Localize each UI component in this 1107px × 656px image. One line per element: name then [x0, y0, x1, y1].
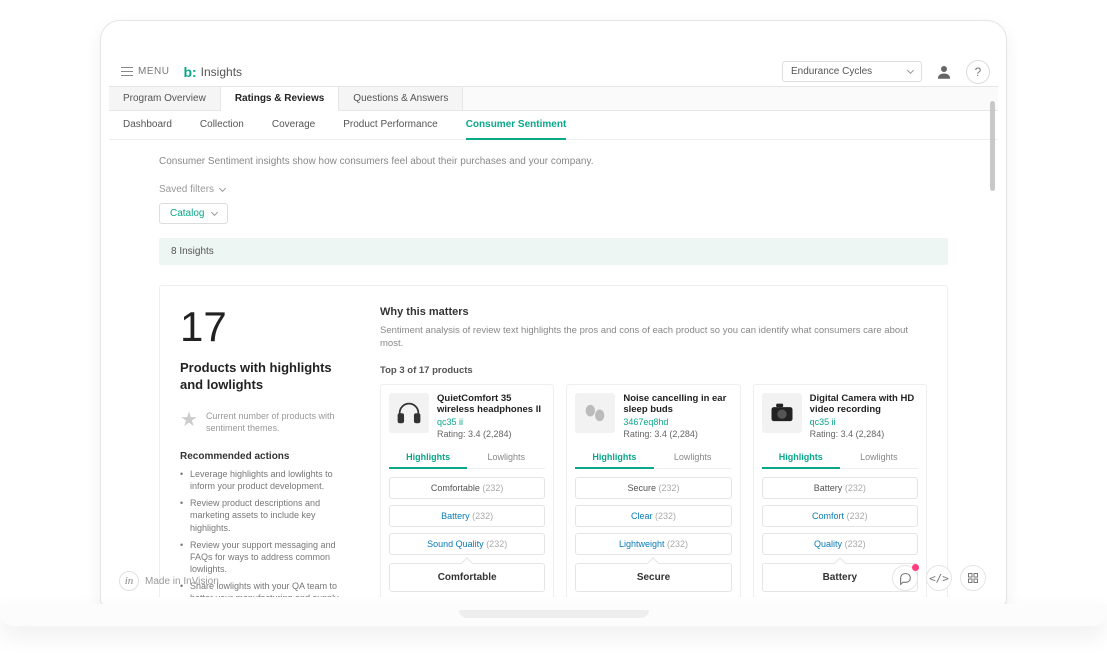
sentiment-tag[interactable]: Comfort (232): [762, 505, 918, 527]
earbuds-icon: [575, 393, 615, 433]
comment-icon: [899, 572, 912, 585]
chevron-down-icon: [907, 67, 914, 74]
grid-icon: [967, 572, 979, 584]
filter-catalog[interactable]: Catalog: [159, 203, 228, 224]
user-avatar[interactable]: [932, 60, 956, 84]
sentiment-tag[interactable]: Battery (232): [389, 505, 545, 527]
tab-lowlights[interactable]: Lowlights: [840, 447, 918, 468]
insight-panel: 17 Products with highlights and lowlight…: [159, 285, 948, 597]
product-card: QuietComfort 35 wireless headphones II q…: [380, 384, 554, 597]
list-item: Leverage highlights and lowlights to inf…: [180, 468, 350, 492]
brand-name: Insights: [201, 65, 242, 79]
sentiment-tag[interactable]: Sound Quality (232): [389, 533, 545, 555]
insight-main: Why this matters Sentiment analysis of r…: [380, 306, 927, 597]
grid-button[interactable]: [960, 565, 986, 591]
product-name: Digital Camera with HD video recording: [810, 393, 918, 416]
product-sku[interactable]: qc35 ii: [810, 417, 918, 427]
sub-tabs: Dashboard Collection Coverage Product Pe…: [109, 111, 998, 140]
floating-tools: </>: [892, 565, 986, 591]
menu-label: MENU: [138, 66, 169, 77]
sentiment-tag[interactable]: Battery (232): [762, 477, 918, 499]
product-rating: Rating: 3.4 (2,284): [437, 429, 545, 439]
headphones-icon: [389, 393, 429, 433]
notification-dot: [912, 564, 919, 571]
menu-button[interactable]: MENU: [117, 66, 173, 77]
list-item: Review product descriptions and marketin…: [180, 497, 350, 533]
stat-heading: Products with highlights and lowlights: [180, 360, 350, 394]
brand-logo[interactable]: b: Insights: [183, 64, 242, 80]
top-sentiment: Secure: [575, 563, 731, 592]
tab-highlights[interactable]: Highlights: [575, 447, 653, 469]
scrollbar-thumb[interactable]: [990, 101, 995, 191]
primary-tabs: Program Overview Ratings & Reviews Quest…: [109, 87, 998, 111]
content-area: Consumer Sentiment insights show how con…: [109, 140, 998, 597]
recommended-actions-heading: Recommended actions: [180, 451, 350, 462]
tab-highlights[interactable]: Highlights: [389, 447, 467, 469]
invision-label: Made in InVision: [145, 576, 219, 587]
top-bar: MENU b: Insights Endurance Cycles ?: [109, 57, 998, 87]
star-icon: ★: [180, 410, 198, 430]
tab-questions-answers[interactable]: Questions & Answers: [339, 87, 463, 110]
account-selected: Endurance Cycles: [791, 66, 872, 77]
stat-number: 17: [180, 306, 350, 348]
sentiment-tag[interactable]: Clear (232): [575, 505, 731, 527]
tab-lowlights[interactable]: Lowlights: [467, 447, 545, 468]
sentiment-tag[interactable]: Quality (232): [762, 533, 918, 555]
comment-button[interactable]: [892, 565, 918, 591]
top-sentiment: Comfortable: [389, 563, 545, 592]
chevron-down-icon: [211, 209, 218, 216]
product-name: QuietComfort 35 wireless headphones II: [437, 393, 545, 416]
user-icon: [935, 63, 953, 81]
subtab-coverage[interactable]: Coverage: [272, 111, 315, 139]
subtab-consumer-sentiment[interactable]: Consumer Sentiment: [466, 111, 567, 140]
list-item: Review your support messaging and FAQs f…: [180, 539, 350, 575]
product-card: Noise cancelling in ear sleep buds 3467e…: [566, 384, 740, 597]
chevron-down-icon: [219, 185, 226, 192]
page-description: Consumer Sentiment insights show how con…: [159, 156, 948, 167]
sentiment-tag[interactable]: Comfortable (232): [389, 477, 545, 499]
insights-count-bar: 8 Insights: [159, 238, 948, 265]
why-heading: Why this matters: [380, 306, 927, 318]
code-button[interactable]: </>: [926, 565, 952, 591]
invision-logo-icon: in: [119, 571, 139, 591]
saved-filters[interactable]: Saved filters: [159, 184, 225, 195]
top-n-label: Top 3 of 17 products: [380, 365, 927, 376]
sentiment-tag[interactable]: Secure (232): [575, 477, 731, 499]
subtab-product-performance[interactable]: Product Performance: [343, 111, 438, 139]
code-icon: </>: [929, 572, 949, 585]
subtab-dashboard[interactable]: Dashboard: [123, 111, 172, 139]
subtab-collection[interactable]: Collection: [200, 111, 244, 139]
product-rating: Rating: 3.4 (2,284): [810, 429, 918, 439]
brand-mark: b:: [183, 64, 196, 80]
tab-ratings-reviews[interactable]: Ratings & Reviews: [221, 87, 339, 111]
product-sku[interactable]: qc35 ii: [437, 417, 545, 427]
tab-program-overview[interactable]: Program Overview: [109, 87, 221, 110]
product-name: Noise cancelling in ear sleep buds: [623, 393, 731, 416]
sentiment-tag[interactable]: Lightweight (232): [575, 533, 731, 555]
invision-badge[interactable]: in Made in InVision: [119, 571, 219, 591]
why-body: Sentiment analysis of review text highli…: [380, 324, 927, 351]
help-icon: ?: [975, 65, 982, 79]
insight-sidebar: 17 Products with highlights and lowlight…: [180, 306, 350, 597]
scrollbar[interactable]: [990, 101, 995, 591]
tab-highlights[interactable]: Highlights: [762, 447, 840, 469]
product-cards: QuietComfort 35 wireless headphones II q…: [380, 384, 927, 597]
tab-lowlights[interactable]: Lowlights: [654, 447, 732, 468]
hamburger-icon: [121, 67, 133, 77]
account-select[interactable]: Endurance Cycles: [782, 61, 922, 82]
help-button[interactable]: ?: [966, 60, 990, 84]
camera-icon: [762, 393, 802, 433]
stat-caption: Current number of products with sentimen…: [206, 410, 350, 435]
product-sku[interactable]: 3467eq8hd: [623, 417, 731, 427]
product-rating: Rating: 3.4 (2,284): [623, 429, 731, 439]
